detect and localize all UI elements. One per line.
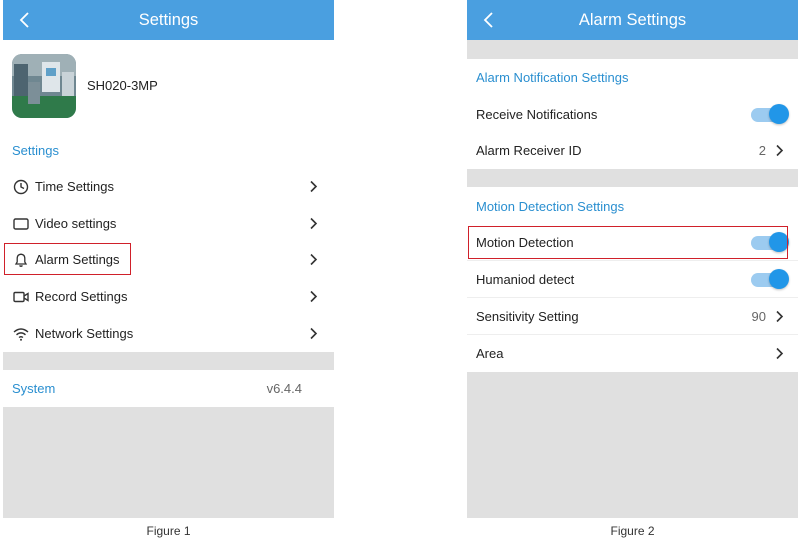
- settings-item-record[interactable]: Record Settings: [3, 278, 334, 315]
- settings-item-network[interactable]: Network Settings: [3, 315, 334, 352]
- settings-header: Settings: [3, 0, 334, 40]
- toggle-knob: [769, 269, 789, 289]
- chevron-right-icon: [310, 327, 318, 340]
- alarm-settings-header: Alarm Settings: [467, 0, 798, 40]
- row-label: Receive Notifications: [476, 107, 598, 122]
- row-value: 2: [758, 143, 766, 158]
- alarm-receiver-id-row[interactable]: Alarm Receiver ID 2: [467, 132, 798, 169]
- toggle-knob: [769, 104, 789, 124]
- alarm-settings-screen: Alarm Settings Alarm Notification Settin…: [467, 0, 798, 518]
- clock-icon: [13, 179, 29, 195]
- app-version: v6.4.4: [266, 381, 302, 396]
- chevron-right-icon: [310, 253, 318, 266]
- area-row[interactable]: Area: [467, 335, 798, 372]
- chevron-right-icon: [776, 310, 784, 323]
- settings-item-label: Time Settings: [35, 179, 114, 194]
- alarm-settings-highlight: [4, 243, 131, 275]
- chevron-right-icon: [776, 144, 784, 157]
- settings-screen: Settings SH020-3MP Settings Time Setting…: [3, 0, 334, 518]
- notification-section-label: Alarm Notification Settings: [476, 70, 629, 85]
- motion-section-label: Motion Detection Settings: [476, 199, 625, 214]
- humanoid-detect-toggle[interactable]: [751, 269, 789, 289]
- row-label: Humaniod detect: [476, 272, 575, 287]
- system-label: System: [12, 381, 56, 396]
- row-label: Sensitivity Setting: [476, 309, 579, 324]
- settings-item-label: Video settings: [35, 216, 117, 231]
- chevron-right-icon: [776, 347, 784, 360]
- settings-item-time[interactable]: Time Settings: [3, 168, 334, 205]
- system-row[interactable]: System v6.4.4: [3, 370, 334, 407]
- page-title: Alarm Settings: [578, 11, 687, 29]
- settings-item-label: Record Settings: [35, 289, 128, 304]
- figure-caption: Figure 1: [146, 524, 191, 538]
- receive-notifications-row: Receive Notifications: [467, 96, 798, 133]
- chevron-right-icon: [310, 217, 318, 230]
- settings-section-label: Settings: [12, 143, 59, 158]
- video-camera-icon: [13, 291, 29, 303]
- device-thumbnail[interactable]: [12, 54, 76, 118]
- row-label: Area: [476, 346, 504, 361]
- settings-item-video[interactable]: Video settings: [3, 205, 334, 242]
- page-title: Settings: [138, 11, 199, 29]
- figure-caption: Figure 2: [610, 524, 655, 538]
- motion-detection-highlight: [468, 226, 788, 259]
- row-value: 90: [751, 309, 766, 324]
- wifi-icon: [13, 328, 29, 341]
- settings-item-label: Network Settings: [35, 326, 134, 341]
- chevron-right-icon: [310, 180, 318, 193]
- sensitivity-setting-row[interactable]: Sensitivity Setting 90: [467, 298, 798, 335]
- device-name: SH020-3MP: [87, 78, 158, 93]
- receive-notifications-toggle[interactable]: [751, 104, 789, 124]
- row-label: Alarm Receiver ID: [476, 143, 582, 158]
- chevron-right-icon: [310, 290, 318, 303]
- humanoid-detect-row: Humaniod detect: [467, 261, 798, 298]
- video-rect-icon: [13, 218, 29, 230]
